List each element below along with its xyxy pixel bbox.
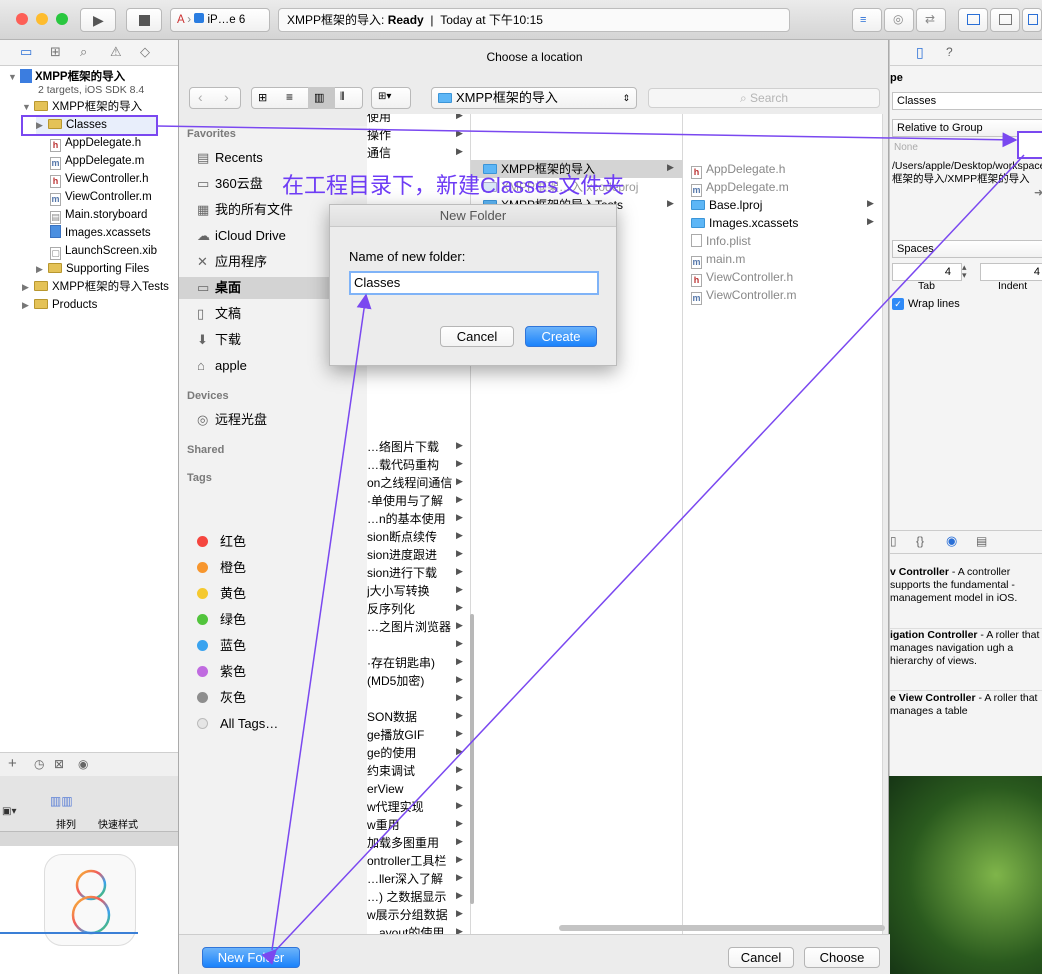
- highlight-choose-folder: [1017, 131, 1042, 159]
- annotation-arrows: [21, 115, 1042, 965]
- highlight-classes: [21, 115, 158, 136]
